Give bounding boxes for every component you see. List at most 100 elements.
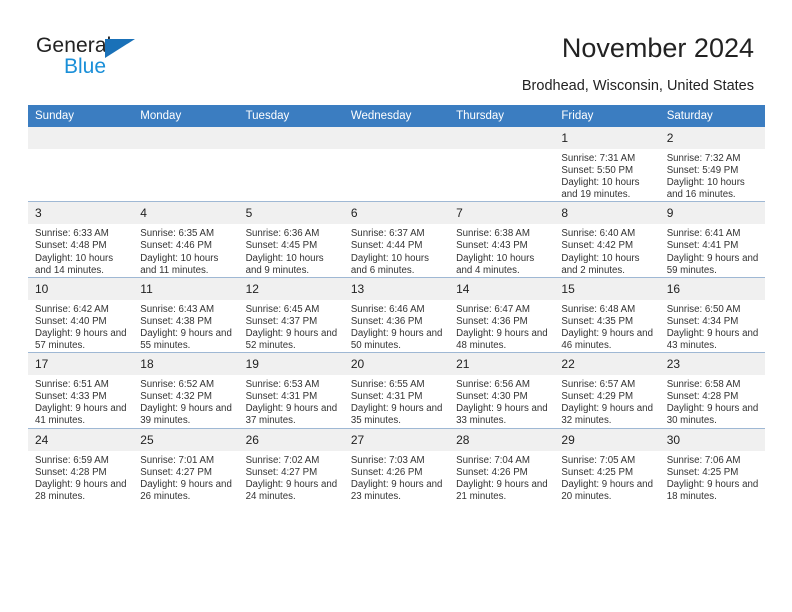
calendar-day-cell[interactable]: 2 Sunrise: 7:32 AM Sunset: 5:49 PM Daylight…: [659, 127, 765, 202]
sunrise-text: Sunrise: 6:37 AM: [350, 228, 425, 240]
sunset-text: Sunset: 5:50 PM: [561, 165, 634, 177]
sunset-text: Sunset: 4:37 PM: [245, 315, 318, 327]
day-number: 26: [238, 428, 344, 451]
sunset-text: Sunset: 4:43 PM: [456, 240, 528, 252]
calendar-day-cell[interactable]: 11 Sunrise: 6:43 AM Sunset: 4:38 PM Dayligh…: [133, 276, 239, 353]
sunset-text: Sunset: 4:33 PM: [35, 391, 107, 403]
sunrise-text: Sunrise: 6:58 AM: [666, 379, 741, 391]
day-sun-info: Sunrise: 6:42 AM Sunset: 4:40 PM Daylight:…: [28, 300, 133, 352]
sunset-text: Sunset: 4:28 PM: [666, 391, 739, 403]
sunset-text: Sunset: 4:26 PM: [350, 466, 423, 478]
daylight-text: Daylight: 10 hours and 19 minutes.: [561, 177, 640, 201]
day-number: 7: [449, 202, 555, 225]
calendar-day-cell[interactable]: 30 Sunrise: 7:06 AM Sunset: 4:25 PM Dayligh…: [659, 427, 765, 503]
daylight-text: Daylight: 9 hours and 23 minutes.: [350, 478, 443, 502]
calendar-day-cell[interactable]: 4 Sunrise: 6:35 AM Sunset: 4:46 PM Daylight…: [133, 201, 239, 278]
day-number: [28, 127, 134, 149]
calendar-day-cell[interactable]: 25 Sunrise: 7:01 AM Sunset: 4:27 PM Dayligh…: [133, 427, 239, 503]
page-title: November 2024: [561, 33, 754, 63]
daylight-text: Daylight: 9 hours and 18 minutes.: [666, 478, 759, 502]
calendar-day-cell[interactable]: 29 Sunrise: 7:05 AM Sunset: 4:25 PM Dayligh…: [554, 427, 660, 503]
calendar-day-cell[interactable]: 18 Sunrise: 6:52 AM Sunset: 4:32 PM Dayligh…: [133, 352, 239, 428]
calendar-day-cell[interactable]: 17 Sunrise: 6:51 AM Sunset: 4:33 PM Dayligh…: [28, 352, 134, 428]
daylight-text: Daylight: 9 hours and 21 minutes.: [456, 478, 548, 502]
daylight-text: Daylight: 9 hours and 35 minutes.: [350, 403, 443, 427]
calendar-day-cell[interactable]: 9 Sunrise: 6:41 AM Sunset: 4:41 PM Daylight…: [659, 201, 765, 278]
calendar-day-cell[interactable]: 21 Sunrise: 6:56 AM Sunset: 4:30 PM Dayligh…: [449, 352, 555, 428]
day-number: [238, 127, 344, 149]
calendar-day-cell[interactable]: 16 Sunrise: 6:50 AM Sunset: 4:34 PM Dayligh…: [659, 276, 765, 353]
sunrise-text: Sunrise: 6:41 AM: [666, 228, 741, 240]
calendar-day-cell[interactable]: 27 Sunrise: 7:03 AM Sunset: 4:26 PM Dayligh…: [343, 427, 450, 503]
calendar-day-cell[interactable]: 8 Sunrise: 6:40 AM Sunset: 4:42 PM Daylight…: [554, 201, 660, 278]
sunset-text: Sunset: 4:34 PM: [666, 315, 739, 327]
day-sun-info: Sunrise: 6:37 AM Sunset: 4:44 PM Daylight:…: [344, 224, 449, 276]
sunset-text: Sunset: 4:41 PM: [666, 240, 739, 252]
calendar-day-cell[interactable]: 23 Sunrise: 6:58 AM Sunset: 4:28 PM Dayligh…: [659, 352, 765, 428]
calendar-day-cell-empty: [133, 127, 239, 202]
calendar-day-cell[interactable]: 20 Sunrise: 6:55 AM Sunset: 4:31 PM Dayligh…: [343, 352, 450, 428]
sunrise-text: Sunrise: 7:05 AM: [561, 454, 636, 466]
day-number: 23: [659, 353, 765, 376]
day-sun-info: Sunrise: 6:53 AM Sunset: 4:31 PM Daylight:…: [239, 375, 344, 427]
sunrise-text: Sunrise: 6:51 AM: [35, 379, 109, 391]
calendar-day-cell[interactable]: 14 Sunrise: 6:47 AM Sunset: 4:36 PM Dayligh…: [449, 276, 555, 353]
sunrise-text: Sunrise: 6:42 AM: [35, 303, 109, 315]
day-sun-info: Sunrise: 7:04 AM Sunset: 4:26 PM Daylight:…: [449, 451, 554, 503]
calendar-day-cell[interactable]: 6 Sunrise: 6:37 AM Sunset: 4:44 PM Daylight…: [343, 201, 450, 278]
calendar-day-cell[interactable]: 13 Sunrise: 6:46 AM Sunset: 4:36 PM Dayligh…: [343, 276, 450, 353]
calendar-day-cell[interactable]: 15 Sunrise: 6:48 AM Sunset: 4:35 PM Dayligh…: [554, 276, 660, 353]
weekday-header-sunday: Sunday: [28, 105, 134, 127]
day-number: 29: [554, 428, 660, 451]
day-number: 11: [133, 277, 239, 300]
day-sun-info: Sunrise: 6:51 AM Sunset: 4:33 PM Daylight:…: [28, 375, 133, 427]
calendar-day-cell[interactable]: 19 Sunrise: 6:53 AM Sunset: 4:31 PM Dayligh…: [238, 352, 344, 428]
sunrise-text: Sunrise: 7:31 AM: [561, 153, 636, 164]
calendar-day-cell[interactable]: 24 Sunrise: 6:59 AM Sunset: 4:28 PM Dayligh…: [28, 427, 134, 503]
calendar-day-cell[interactable]: 7 Sunrise: 6:38 AM Sunset: 4:43 PM Daylight…: [449, 201, 555, 278]
calendar-day-cell[interactable]: 5 Sunrise: 6:36 AM Sunset: 4:45 PM Daylight…: [238, 201, 344, 278]
day-number: 19: [238, 353, 344, 376]
generalblue-logo[interactable]: General Blue: [36, 34, 196, 86]
daylight-text: Daylight: 9 hours and 52 minutes.: [245, 327, 338, 352]
sunset-text: Sunset: 4:27 PM: [245, 466, 318, 478]
daylight-text: Daylight: 9 hours and 59 minutes.: [666, 252, 759, 276]
sunset-text: Sunset: 4:30 PM: [456, 391, 528, 403]
sunrise-text: Sunrise: 6:48 AM: [561, 303, 636, 315]
sunset-text: Sunset: 4:26 PM: [456, 466, 528, 478]
day-number: 3: [28, 202, 134, 225]
sunrise-text: Sunrise: 6:47 AM: [456, 303, 530, 315]
daylight-text: Daylight: 9 hours and 26 minutes.: [140, 478, 232, 502]
daylight-text: Daylight: 9 hours and 30 minutes.: [666, 403, 759, 427]
day-sun-info: Sunrise: 7:31 AM Sunset: 5:50 PM Daylight:…: [554, 149, 659, 201]
sunrise-text: Sunrise: 7:01 AM: [140, 454, 215, 466]
daylight-text: Daylight: 9 hours and 33 minutes.: [456, 403, 548, 427]
calendar-day-cell[interactable]: 1 Sunrise: 7:31 AM Sunset: 5:50 PM Daylight…: [554, 127, 660, 202]
sunrise-text: Sunrise: 6:56 AM: [456, 379, 530, 391]
sunrise-text: Sunrise: 6:40 AM: [561, 228, 636, 240]
calendar-day-cell[interactable]: 12 Sunrise: 6:45 AM Sunset: 4:37 PM Dayligh…: [238, 276, 344, 353]
sunrise-text: Sunrise: 6:45 AM: [245, 303, 320, 315]
day-number: 10: [28, 277, 134, 300]
day-sun-info: Sunrise: 6:45 AM Sunset: 4:37 PM Daylight:…: [239, 300, 344, 352]
day-sun-info: Sunrise: 6:56 AM Sunset: 4:30 PM Daylight:…: [449, 375, 554, 427]
calendar-day-cell-empty: [343, 127, 450, 202]
daylight-text: Daylight: 10 hours and 16 minutes.: [666, 177, 745, 201]
daylight-text: Daylight: 10 hours and 11 minutes.: [140, 252, 219, 276]
sunrise-text: Sunrise: 6:57 AM: [561, 379, 636, 391]
daylight-text: Daylight: 10 hours and 9 minutes.: [245, 252, 324, 276]
calendar-day-cell[interactable]: 22 Sunrise: 6:57 AM Sunset: 4:29 PM Dayligh…: [554, 352, 660, 428]
calendar-day-cell[interactable]: 28 Sunrise: 7:04 AM Sunset: 4:26 PM Dayligh…: [449, 427, 555, 503]
daylight-text: Daylight: 10 hours and 4 minutes.: [456, 252, 535, 276]
day-number: [449, 127, 555, 149]
weekday-header-tuesday: Tuesday: [238, 105, 344, 127]
sunset-text: Sunset: 4:28 PM: [35, 466, 107, 478]
day-number: 12: [238, 277, 344, 300]
calendar-day-cell[interactable]: 10 Sunrise: 6:42 AM Sunset: 4:40 PM Dayligh…: [28, 276, 134, 353]
calendar-day-cell[interactable]: 26 Sunrise: 7:02 AM Sunset: 4:27 PM Dayligh…: [238, 427, 344, 503]
sunset-text: Sunset: 5:49 PM: [666, 165, 739, 177]
calendar-day-cell[interactable]: 3 Sunrise: 6:33 AM Sunset: 4:48 PM Daylight…: [28, 201, 134, 278]
day-sun-info: Sunrise: 6:55 AM Sunset: 4:31 PM Daylight:…: [344, 375, 449, 427]
day-number: 13: [343, 277, 450, 300]
sunrise-text: Sunrise: 7:02 AM: [245, 454, 320, 466]
